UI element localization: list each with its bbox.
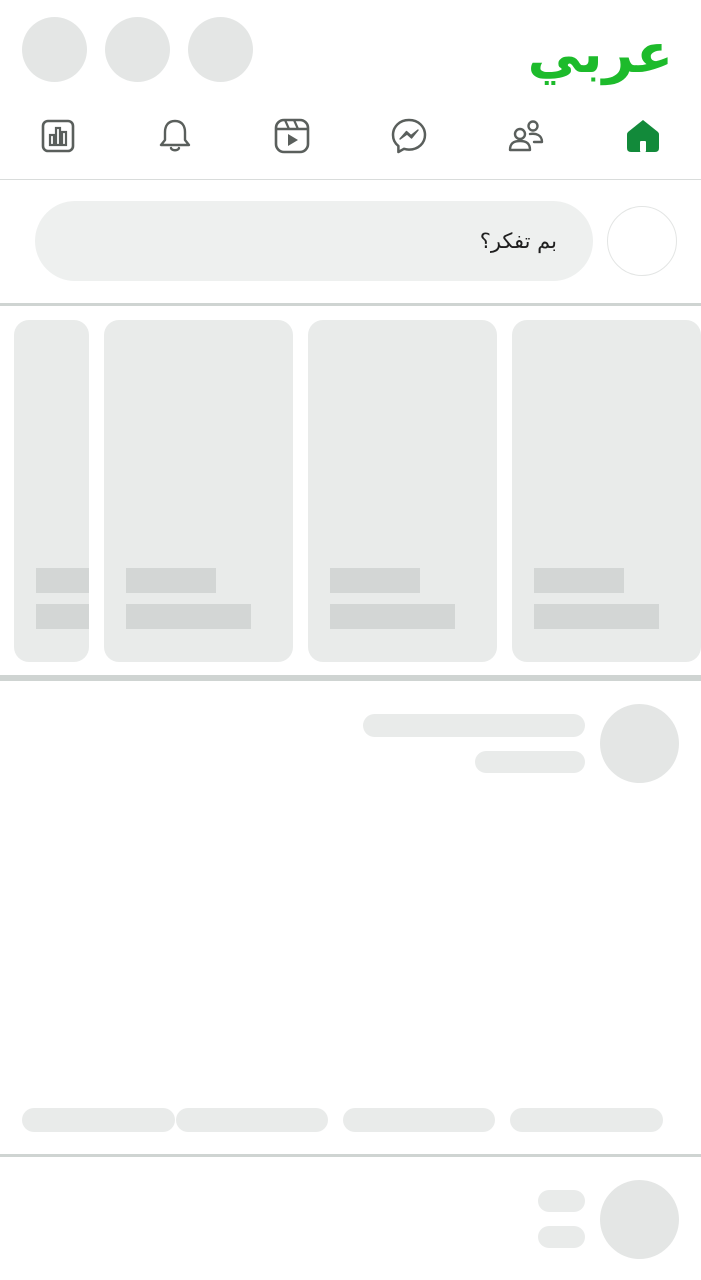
story-card-2[interactable] <box>308 320 497 662</box>
bell-icon <box>159 119 191 152</box>
header-placeholder-circle-3 <box>188 17 253 82</box>
nav-divider <box>0 179 701 180</box>
post-action-placeholder-1 <box>22 1108 175 1132</box>
story-card-3[interactable] <box>104 320 293 662</box>
composer-placeholder: بم تفكر؟ <box>479 229 557 253</box>
nav-messenger[interactable] <box>381 110 437 162</box>
post-action-placeholder-3 <box>343 1108 495 1132</box>
friends-icon <box>508 120 544 152</box>
post-divider <box>0 1154 701 1157</box>
story-title-placeholder <box>126 568 216 593</box>
nav-reels[interactable] <box>264 110 320 162</box>
header-placeholder-circle-2 <box>105 17 170 82</box>
nav-dashboard[interactable] <box>30 110 86 162</box>
post-avatar-placeholder <box>600 1180 679 1259</box>
story-subtitle-placeholder <box>330 604 455 629</box>
app-logo[interactable]: عربي <box>528 18 673 88</box>
post-author-placeholder <box>538 1190 585 1212</box>
nav-home[interactable] <box>615 110 671 162</box>
bar-chart-icon <box>41 119 75 153</box>
home-icon <box>627 120 659 152</box>
story-card-1[interactable] <box>512 320 701 662</box>
story-subtitle-placeholder <box>126 604 251 629</box>
post-composer-input[interactable]: بم تفكر؟ <box>35 201 593 281</box>
post-time-placeholder <box>538 1226 585 1248</box>
header-placeholder-circle-1 <box>22 17 87 82</box>
story-card-4[interactable] <box>14 320 89 662</box>
post-author-placeholder <box>363 714 585 737</box>
story-title-placeholder <box>534 568 624 593</box>
post-action-placeholder-4 <box>510 1108 663 1132</box>
post-action-placeholder-2 <box>176 1108 328 1132</box>
post-avatar-placeholder <box>600 704 679 783</box>
messenger-icon <box>391 118 427 154</box>
video-play-icon <box>274 118 310 154</box>
story-subtitle-placeholder <box>36 604 89 629</box>
stories-divider <box>0 675 701 681</box>
composer-divider <box>0 303 701 306</box>
story-subtitle-placeholder <box>534 604 659 629</box>
user-avatar[interactable] <box>607 206 677 276</box>
story-title-placeholder <box>330 568 420 593</box>
nav-friends[interactable] <box>498 110 554 162</box>
nav-notifications[interactable] <box>147 110 203 162</box>
story-title-placeholder <box>36 568 89 593</box>
post-time-placeholder <box>475 751 585 773</box>
